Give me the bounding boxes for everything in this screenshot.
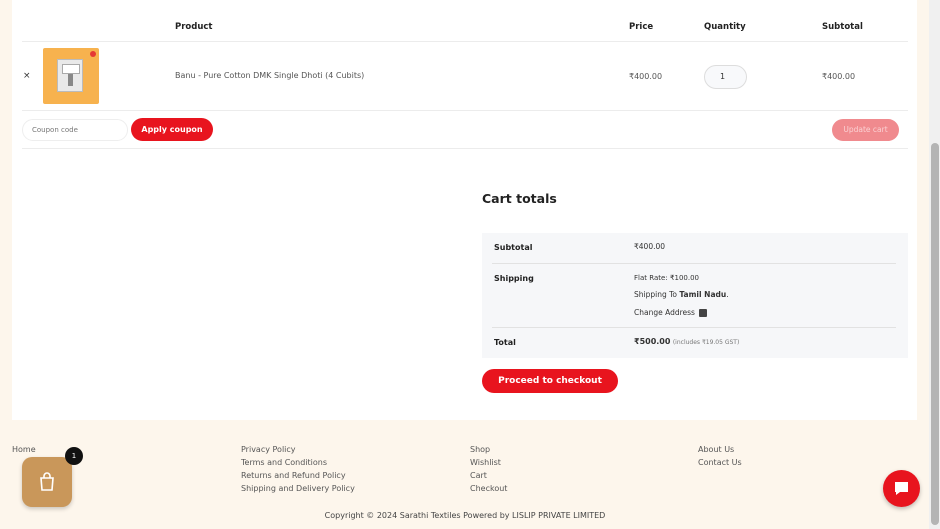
- divider: [22, 110, 908, 111]
- update-cart-button[interactable]: Update cart: [832, 119, 899, 141]
- copyright-text: Copyright © 2024 Sarathi Textiles Powere…: [324, 511, 606, 520]
- footer-link-contact[interactable]: Contact Us: [698, 456, 742, 469]
- shipping-to-suffix: .: [726, 290, 729, 299]
- floating-cart-button[interactable]: [22, 457, 72, 507]
- remove-item-button[interactable]: ×: [23, 71, 31, 81]
- change-address-link[interactable]: Change Address: [634, 308, 707, 317]
- divider: [492, 263, 896, 264]
- shipping-destination: Shipping To Tamil Nadu.: [634, 290, 729, 299]
- total-label: Total: [494, 338, 516, 347]
- product-header: Product: [175, 22, 213, 32]
- shipping-state: Tamil Nadu: [679, 290, 727, 299]
- chat-button[interactable]: [883, 470, 920, 507]
- footer-link-cart[interactable]: Cart: [470, 469, 507, 482]
- footer-link-wishlist[interactable]: Wishlist: [470, 456, 507, 469]
- footer-link-about[interactable]: About Us: [698, 443, 742, 456]
- chat-bubble-icon: [895, 482, 908, 495]
- cart-totals-title: Cart totals: [482, 191, 557, 206]
- subtotal-label: Subtotal: [494, 243, 533, 252]
- flat-rate-label: Flat Rate:: [634, 274, 668, 282]
- flat-rate-value: ₹100.00: [670, 274, 699, 282]
- scrollbar-thumb[interactable]: [931, 143, 939, 525]
- subtotal-header: Subtotal: [822, 22, 863, 32]
- footer-link-shop[interactable]: Shop: [470, 443, 507, 456]
- truck-icon: [698, 309, 707, 317]
- product-image: [57, 59, 83, 92]
- quantity-header: Quantity: [704, 22, 746, 32]
- total-tax-note: (includes ₹19.05 GST): [672, 339, 740, 346]
- footer-column-4: About Us Contact Us: [698, 443, 742, 469]
- cart-count-badge: 1: [65, 447, 83, 465]
- price-header: Price: [629, 22, 654, 32]
- change-address-label: Change Address: [634, 308, 695, 317]
- footer-link-home[interactable]: Home: [12, 443, 36, 456]
- cart-page-content: Product Price Quantity Subtotal × Banu -…: [12, 0, 917, 420]
- footer-link-terms[interactable]: Terms and Conditions: [241, 456, 355, 469]
- product-badge-dot: [90, 51, 96, 57]
- total-value-group: ₹500.00 (includes ₹19.05 GST): [634, 337, 739, 346]
- cart-totals-table: Subtotal ₹400.00 Shipping Flat Rate: ₹10…: [482, 233, 908, 358]
- divider: [492, 327, 896, 328]
- footer-link-shipping[interactable]: Shipping and Delivery Policy: [241, 482, 355, 495]
- shipping-label: Shipping: [494, 274, 534, 283]
- item-price: ₹400.00: [629, 72, 663, 81]
- coupon-code-input[interactable]: Coupon code: [22, 119, 128, 141]
- subtotal-value: ₹400.00: [634, 242, 666, 251]
- shopping-bag-icon: [40, 472, 54, 491]
- apply-coupon-button[interactable]: Apply coupon: [131, 118, 213, 141]
- item-subtotal: ₹400.00: [822, 72, 856, 81]
- footer-link-returns[interactable]: Returns and Refund Policy: [241, 469, 355, 482]
- footer-column-1: Home: [12, 443, 36, 456]
- shipping-to-prefix: Shipping To: [634, 290, 677, 299]
- total-value: ₹500.00: [634, 337, 671, 346]
- quantity-input[interactable]: 1: [704, 65, 747, 89]
- flat-rate: Flat Rate: ₹100.00: [634, 273, 699, 282]
- product-name-link[interactable]: Banu - Pure Cotton DMK Single Dhoti (4 C…: [175, 71, 364, 80]
- proceed-to-checkout-button[interactable]: Proceed to checkout: [482, 369, 618, 393]
- footer-link-checkout[interactable]: Checkout: [470, 482, 507, 495]
- divider: [22, 41, 908, 42]
- footer-column-3: Shop Wishlist Cart Checkout: [470, 443, 507, 495]
- footer-column-2: Privacy Policy Terms and Conditions Retu…: [241, 443, 355, 495]
- product-thumbnail[interactable]: [43, 48, 99, 104]
- footer-link-privacy[interactable]: Privacy Policy: [241, 443, 355, 456]
- divider: [22, 148, 908, 149]
